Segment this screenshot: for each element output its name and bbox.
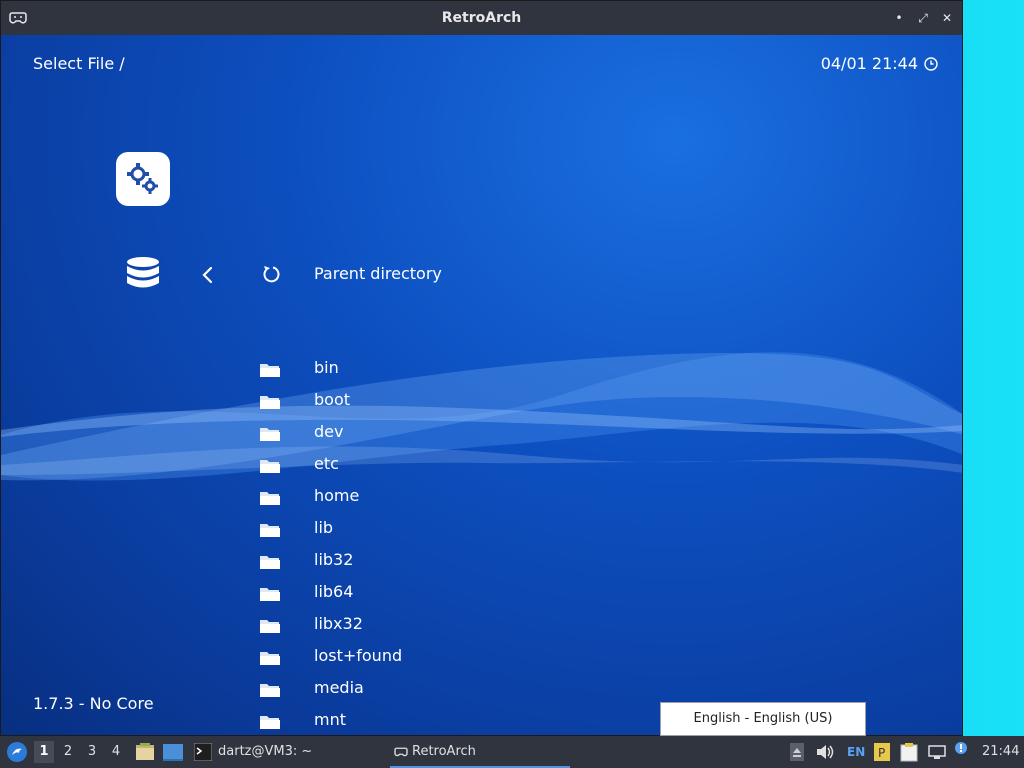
list-item-label: mnt — [314, 710, 346, 729]
list-item[interactable]: lib64 — [259, 578, 559, 610]
list-item[interactable]: lost+found — [259, 642, 559, 674]
folder-icon — [260, 364, 280, 377]
list-item[interactable]: dev — [259, 418, 559, 450]
update-notification-icon[interactable] — [954, 741, 968, 755]
breadcrumb: Select File / — [33, 54, 125, 73]
folder-icon — [260, 428, 280, 441]
workspace-1[interactable]: 1 — [34, 741, 54, 763]
folder-icon — [260, 524, 280, 537]
database-icon[interactable] — [126, 257, 160, 293]
list-item-label: libx32 — [314, 614, 363, 633]
folder-icon — [260, 460, 280, 473]
volume-icon[interactable] — [816, 744, 834, 760]
list-item[interactable]: bin — [259, 354, 559, 386]
eject-icon[interactable] — [790, 743, 804, 761]
list-item-label: home — [314, 486, 360, 505]
task-terminal[interactable]: dartz@VM3: ~ — [218, 736, 312, 768]
list-item[interactable]: lib — [259, 514, 559, 546]
list-item-label: media — [314, 678, 364, 697]
list-item-label: etc — [314, 454, 339, 473]
folder-icon — [260, 684, 280, 697]
folder-icon — [260, 716, 280, 729]
maximize-button[interactable]: ⤢ — [915, 10, 931, 26]
desktop-icon[interactable] — [162, 742, 184, 762]
retroarch-content: Select File / 04/01 21:44 Parent directo… — [1, 35, 962, 735]
list-item-label: bin — [314, 358, 339, 377]
datetime: 04/01 21:44 — [820, 54, 918, 73]
task-retroarch[interactable]: RetroArch — [390, 736, 570, 768]
network-icon[interactable] — [928, 744, 946, 760]
taskbar-clock[interactable]: 21:44 — [982, 736, 1019, 768]
folder-icon — [260, 588, 280, 601]
folder-icon — [260, 652, 280, 665]
folder-icon — [260, 620, 280, 633]
clipboard-icon[interactable] — [900, 742, 918, 762]
task-retroarch-label: RetroArch — [412, 744, 476, 759]
minimize-button[interactable]: • — [891, 10, 907, 26]
list-item-label: lib64 — [314, 582, 354, 601]
back-arrow-icon[interactable] — [200, 265, 214, 285]
start-menu-icon[interactable] — [6, 741, 28, 763]
list-item-label: lib — [314, 518, 334, 537]
folder-icon — [260, 556, 280, 569]
refresh-icon — [263, 266, 280, 283]
file-manager-icon[interactable] — [135, 742, 155, 762]
retroarch-window[interactable]: RetroArch • ⤢ ✕ Select File / 04/01 21:4… — [0, 0, 963, 736]
terminal-icon — [194, 743, 212, 761]
workspace-2[interactable]: 2 — [58, 741, 78, 763]
list-item[interactable]: etc — [259, 450, 559, 482]
clipboard-p-icon[interactable]: P — [874, 743, 890, 761]
list-item[interactable]: lib32 — [259, 546, 559, 578]
list-item[interactable]: media — [259, 674, 559, 706]
workspace-4[interactable]: 4 — [106, 741, 126, 763]
settings-tab[interactable] — [116, 152, 170, 206]
clock-icon — [924, 57, 938, 71]
gears-icon — [127, 163, 158, 194]
list-item[interactable]: libx32 — [259, 610, 559, 642]
parent-directory-item[interactable]: Parent directory — [314, 264, 442, 283]
workspace-3[interactable]: 3 — [82, 741, 102, 763]
title-bar[interactable]: RetroArch • ⤢ ✕ — [1, 1, 962, 35]
list-item[interactable]: mnt — [259, 706, 559, 735]
close-button[interactable]: ✕ — [939, 10, 955, 26]
folder-icon — [260, 492, 280, 505]
folder-icon — [260, 396, 280, 409]
svg-text:P: P — [878, 746, 885, 760]
list-item-label: lost+found — [314, 646, 403, 665]
list-item-label: boot — [314, 390, 351, 409]
gamepad-icon — [394, 747, 408, 757]
taskbar: 1 2 3 4 dartz@VM3: ~ RetroArch EN P 21:4… — [0, 736, 1024, 768]
version-label: 1.7.3 - No Core — [33, 694, 154, 713]
keyboard-layout-indicator[interactable]: EN — [847, 736, 865, 768]
window-title: RetroArch — [441, 10, 522, 26]
list-item[interactable]: home — [259, 482, 559, 514]
list-item-label: dev — [314, 422, 344, 441]
list-item-label: lib32 — [314, 550, 354, 569]
keyboard-layout-tooltip: English - English (US) — [660, 702, 866, 736]
list-item[interactable]: boot — [259, 386, 559, 418]
